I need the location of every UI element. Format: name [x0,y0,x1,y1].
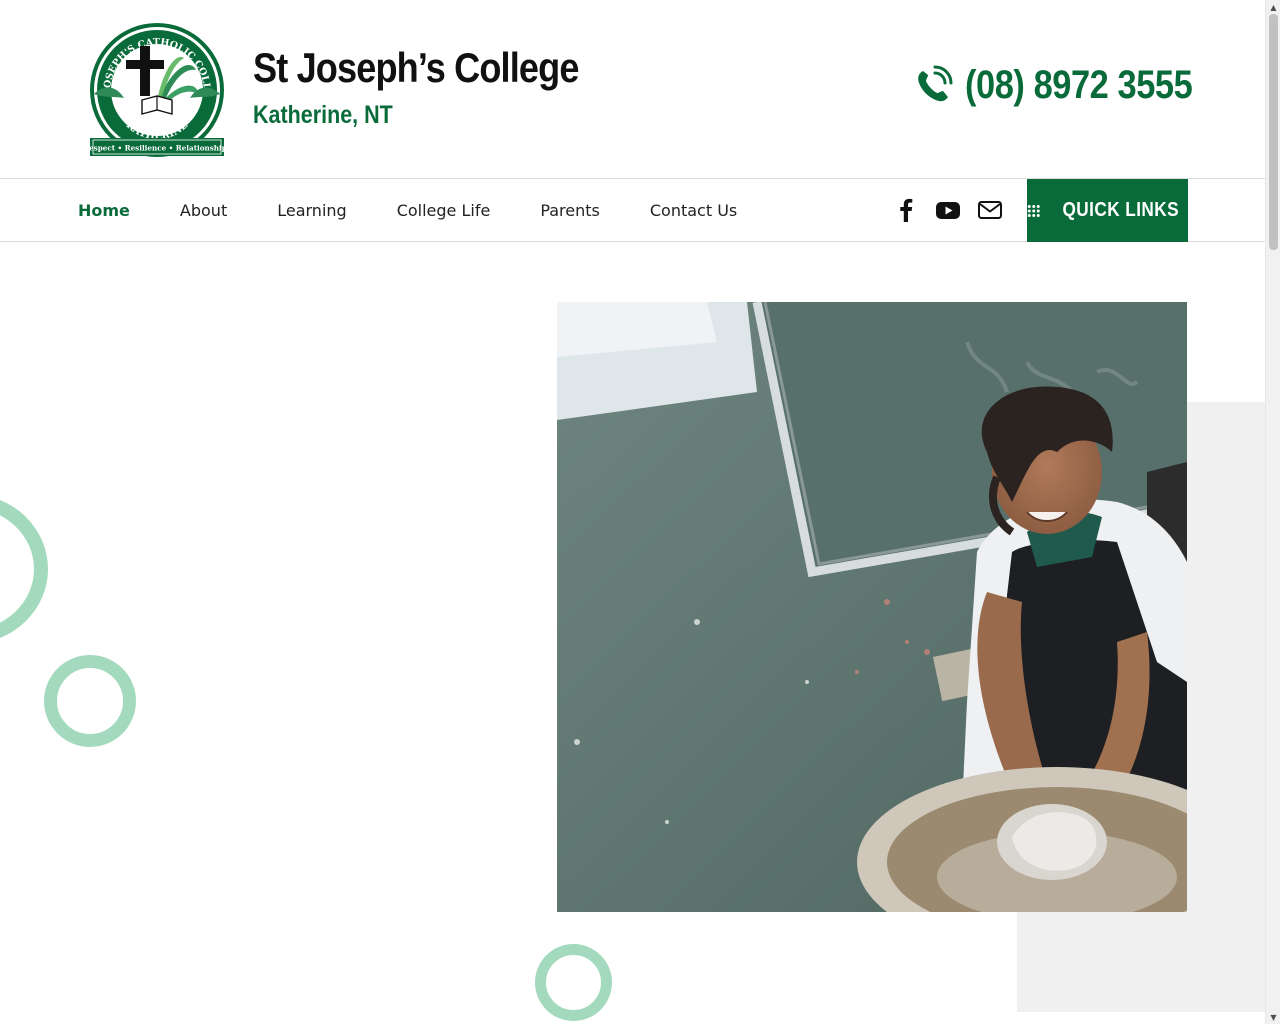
college-logo[interactable]: ST. JOSEPH'S CATHOLIC COLLEGE KATHERINE [76,10,234,158]
college-location: Katherine, NT [253,101,393,129]
decorative-ring [44,655,136,747]
nav-item-about[interactable]: About [180,201,227,220]
decorative-ring [535,944,612,1021]
facebook-icon[interactable] [893,197,919,223]
page: ST. JOSEPH'S CATHOLIC COLLEGE KATHERINE [0,0,1280,1024]
decorative-ring [0,494,48,644]
scrollbar-thumb[interactable] [1269,14,1278,250]
grid-icon [1027,204,1040,217]
scroll-up-icon[interactable]: ▲ [1266,0,1280,14]
phone-link[interactable]: (08) 8972 3555 [913,60,1229,110]
mail-icon[interactable] [977,197,1003,223]
quick-links-button[interactable]: QUICK LINKS [1027,179,1188,242]
quick-links-label: QUICK LINKS [1061,199,1179,221]
nav-item-college-life[interactable]: College Life [397,201,491,220]
scroll-down-icon[interactable]: ▼ [1266,1010,1280,1024]
page-scrollbar[interactable]: ▲ ▼ [1265,0,1280,1024]
svg-text:Respect • Resilience • Relatio: Respect • Resilience • Relationships [83,144,231,153]
nav-menu: Home About Learning College Life Parents… [78,179,787,241]
phone-icon [918,65,953,102]
phone-number: (08) 8972 3555 [965,62,1193,107]
crest-icon: ST. JOSEPH'S CATHOLIC COLLEGE KATHERINE [76,10,231,157]
main-nav: Home About Learning College Life Parents… [0,178,1265,242]
youtube-icon[interactable] [935,197,961,223]
hero-photo [557,302,1187,912]
nav-item-learning[interactable]: Learning [277,201,346,220]
social-links [893,179,1003,241]
nav-item-parents[interactable]: Parents [540,201,600,220]
site-header: ST. JOSEPH'S CATHOLIC COLLEGE KATHERINE [0,0,1265,178]
college-title: St Joseph’s College [253,44,579,91]
nav-item-home[interactable]: Home [78,201,130,220]
nav-item-contact-us[interactable]: Contact Us [650,201,737,220]
student-pottery-photo [557,302,1187,912]
